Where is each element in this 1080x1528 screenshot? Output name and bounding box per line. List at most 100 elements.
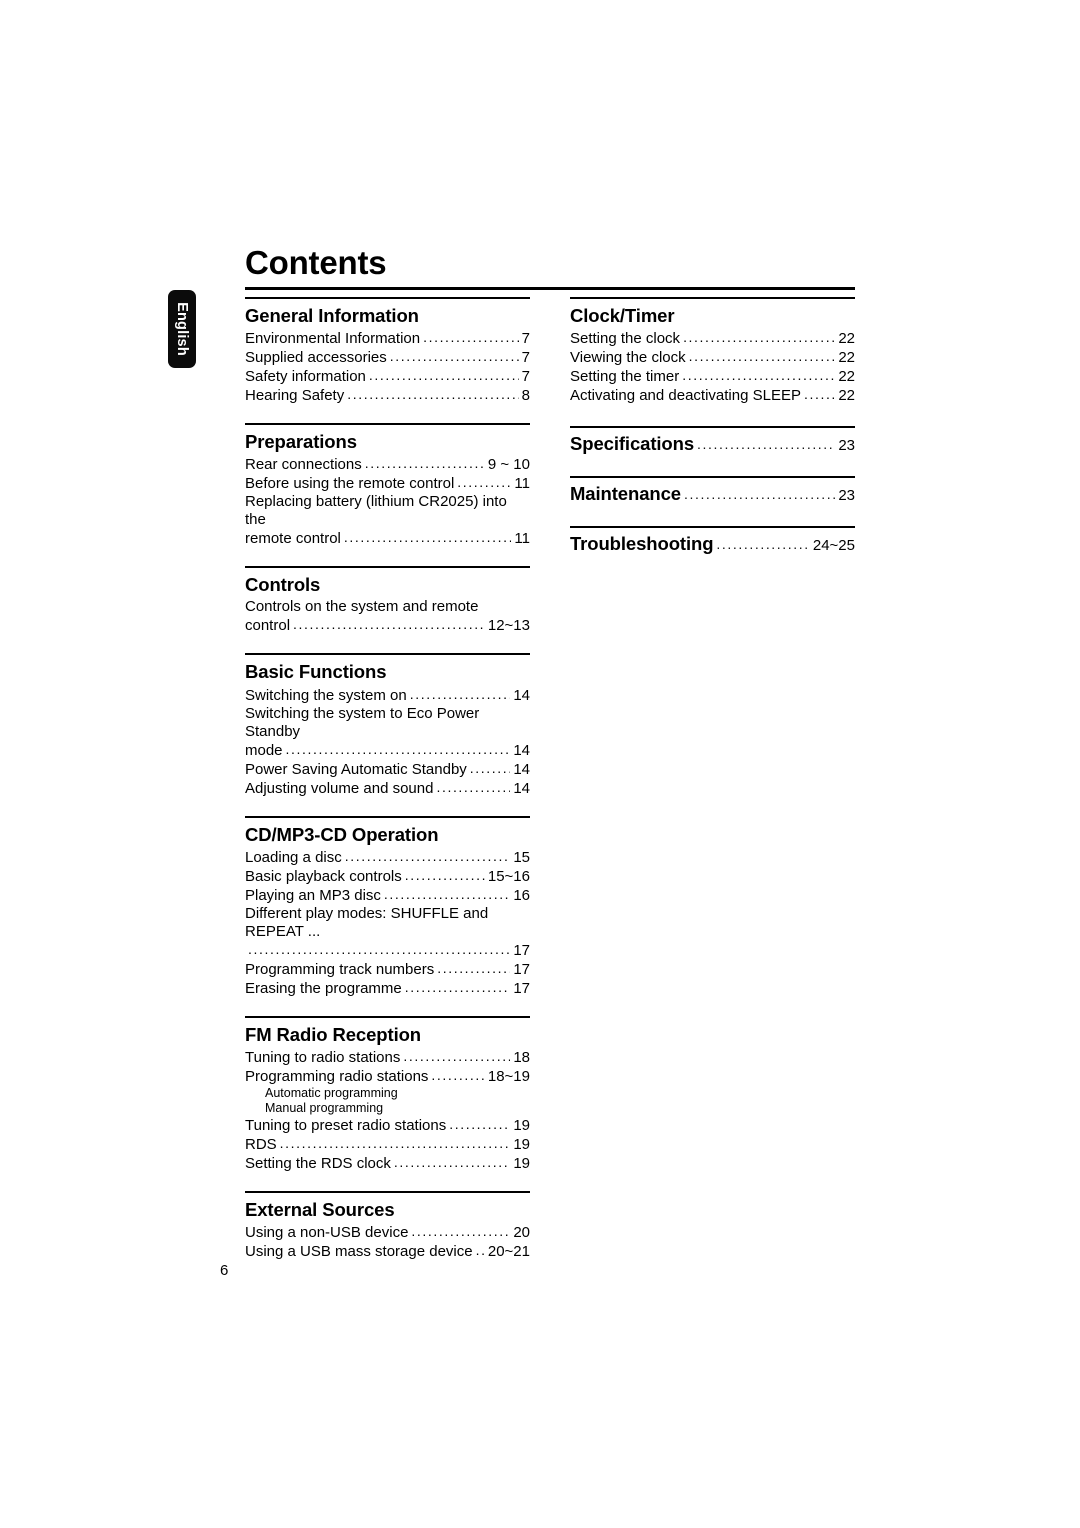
contents-section: FM Radio Reception Tuning to radio statio… xyxy=(245,1015,530,1173)
entry-label: control xyxy=(245,617,291,635)
contents-entry[interactable]: Environmental Information...............… xyxy=(245,329,530,348)
section-heading-entry[interactable]: Specifications..........................… xyxy=(570,433,855,455)
contents-section: Maintenance.............................… xyxy=(570,476,855,505)
section-divider xyxy=(245,1190,530,1193)
dot-leader: ........................................… xyxy=(285,740,511,757)
contents-entry[interactable]: Power Saving Automatic Standby..........… xyxy=(245,760,530,779)
entry-label: Rear connections xyxy=(245,456,362,474)
contents-entry[interactable]: Setting the timer.......................… xyxy=(570,367,855,386)
entry-page-number: 16 xyxy=(513,886,530,904)
contents-entry[interactable]: Using a non-USB device..................… xyxy=(245,1223,530,1242)
contents-section: Troubleshooting.........................… xyxy=(570,526,855,555)
contents-entry[interactable]: Rear connections........................… xyxy=(245,455,530,474)
dot-leader: ........................................… xyxy=(411,1222,511,1239)
section-divider xyxy=(245,1015,530,1018)
contents-section: CD/MP3-CD Operation Loading a disc.......… xyxy=(245,815,530,998)
contents-entry[interactable]: Programming track numbers...............… xyxy=(245,960,530,979)
entry-page-number: 17 xyxy=(513,941,530,959)
contents-section: Controls Controls on the system and remot… xyxy=(245,566,530,635)
dot-leader: ........................................… xyxy=(248,940,510,957)
contents-subentry[interactable]: Automatic programming xyxy=(245,1086,530,1101)
entry-page-number: 22 xyxy=(838,368,855,386)
dot-leader: ........................................… xyxy=(344,847,511,864)
contents-entry[interactable]: Switching the system to Eco Power Standb… xyxy=(245,705,530,741)
entry-page-number: 7 xyxy=(521,330,530,348)
dot-leader: ........................................… xyxy=(437,959,510,976)
entry-label: Safety information xyxy=(245,368,366,386)
entry-label: Programming track numbers xyxy=(245,960,435,978)
entry-label: Tuning to preset radio stations xyxy=(245,1116,447,1134)
contents-subentry[interactable]: Manual programming xyxy=(245,1101,530,1116)
entry-page-number: 17 xyxy=(513,979,530,997)
entry-label: Using a USB mass storage device xyxy=(245,1242,473,1260)
section-divider xyxy=(245,566,530,569)
entry-page-number: 22 xyxy=(838,330,855,348)
contents-entry[interactable]: Activating and deactivating SLEEP.......… xyxy=(570,386,855,405)
dot-leader: ........................................… xyxy=(393,1153,511,1170)
contents-entry[interactable]: ........................................… xyxy=(245,941,530,960)
section-heading-entry[interactable]: Maintenance.............................… xyxy=(570,483,855,505)
dot-leader: ........................................… xyxy=(436,778,510,795)
contents-entry[interactable]: RDS.....................................… xyxy=(245,1135,530,1154)
section-heading: CD/MP3-CD Operation xyxy=(245,823,439,845)
dot-leader: ........................................… xyxy=(683,329,835,346)
contents-entry[interactable]: Setting the RDS clock...................… xyxy=(245,1154,530,1173)
dot-leader: ........................................… xyxy=(682,367,835,384)
contents-entry[interactable]: Safety information......................… xyxy=(245,367,530,386)
section-heading: Preparations xyxy=(245,431,357,453)
section-divider xyxy=(245,653,530,656)
entry-label: Viewing the clock xyxy=(570,349,686,367)
entry-page-number: 14 xyxy=(513,741,530,759)
contents-entry[interactable]: Tuning to preset radio stations.........… xyxy=(245,1116,530,1135)
dot-leader: ........................................… xyxy=(409,685,511,702)
dot-leader: ........................................… xyxy=(368,367,519,384)
contents-entry[interactable]: Replacing battery (lithium CR2025) into … xyxy=(245,493,530,529)
contents-entry[interactable]: Viewing the clock.......................… xyxy=(570,348,855,367)
contents-section: Clock/Timer Setting the clock............… xyxy=(570,297,855,405)
contents-entry[interactable]: Setting the clock.......................… xyxy=(570,329,855,348)
entry-label: remote control xyxy=(245,530,341,548)
contents-entry[interactable]: control.................................… xyxy=(245,616,530,635)
contents-entry[interactable]: Using a USB mass storage device.........… xyxy=(245,1242,530,1261)
contents-entry[interactable]: Hearing Safety..........................… xyxy=(245,386,530,405)
contents-entry[interactable]: Loading a disc..........................… xyxy=(245,848,530,867)
dot-leader: ........................................… xyxy=(404,978,511,995)
contents-entry[interactable]: Basic playback controls.................… xyxy=(245,867,530,886)
dot-leader: ........................................… xyxy=(449,1115,510,1132)
entry-label: Basic playback controls xyxy=(245,867,402,885)
contents-entry[interactable]: Supplied accessories....................… xyxy=(245,348,530,367)
contents-entry[interactable]: Programming radio stations..............… xyxy=(245,1067,530,1086)
entry-page-number: 20~21 xyxy=(487,1242,530,1260)
entry-label: Setting the timer xyxy=(570,368,680,386)
section-divider xyxy=(570,297,855,299)
entry-label: Using a non-USB device xyxy=(245,1223,409,1241)
dot-leader: ........................................… xyxy=(404,866,485,883)
contents-entry[interactable]: Tuning to radio stations................… xyxy=(245,1048,530,1067)
section-heading: General Information xyxy=(245,305,419,326)
contents-section: General Information Environmental Informa… xyxy=(245,297,530,405)
entry-page-number: 14 xyxy=(513,686,530,704)
contents-entry[interactable]: Erasing the programme...................… xyxy=(245,979,530,998)
contents-entry[interactable]: Switching the system on.................… xyxy=(245,686,530,705)
section-heading-entry[interactable]: Troubleshooting.........................… xyxy=(570,533,855,555)
dot-leader: ........................................… xyxy=(431,1066,484,1083)
entry-label: Playing an MP3 disc xyxy=(245,886,381,904)
section-heading: Basic Functions xyxy=(245,661,387,683)
contents-entry[interactable]: mode....................................… xyxy=(245,741,530,760)
entry-label: Before using the remote control xyxy=(245,475,455,493)
entry-label: Setting the RDS clock xyxy=(245,1154,391,1172)
contents-entry[interactable]: Before using the remote control.........… xyxy=(245,474,530,493)
contents-entry[interactable]: Controls on the system and remote.......… xyxy=(245,598,530,616)
section-divider xyxy=(245,297,530,299)
contents-section: External Sources Using a non-USB device..… xyxy=(245,1190,530,1261)
entry-label: Replacing battery (lithium CR2025) into … xyxy=(245,493,507,529)
entry-page-number: 9 ~ 10 xyxy=(487,456,530,474)
contents-entry[interactable]: Playing an MP3 disc.....................… xyxy=(245,886,530,905)
contents-entry[interactable]: Adjusting volume and sound..............… xyxy=(245,779,530,798)
contents-entry[interactable]: remote control..........................… xyxy=(245,529,530,548)
section-divider xyxy=(570,526,855,529)
entry-page-number: 19 xyxy=(513,1116,530,1134)
contents-entry[interactable]: Different play modes: SHUFFLE and REPEAT… xyxy=(245,905,530,941)
dot-leader: ........................................… xyxy=(347,386,518,403)
dot-leader: ........................................… xyxy=(697,436,835,453)
